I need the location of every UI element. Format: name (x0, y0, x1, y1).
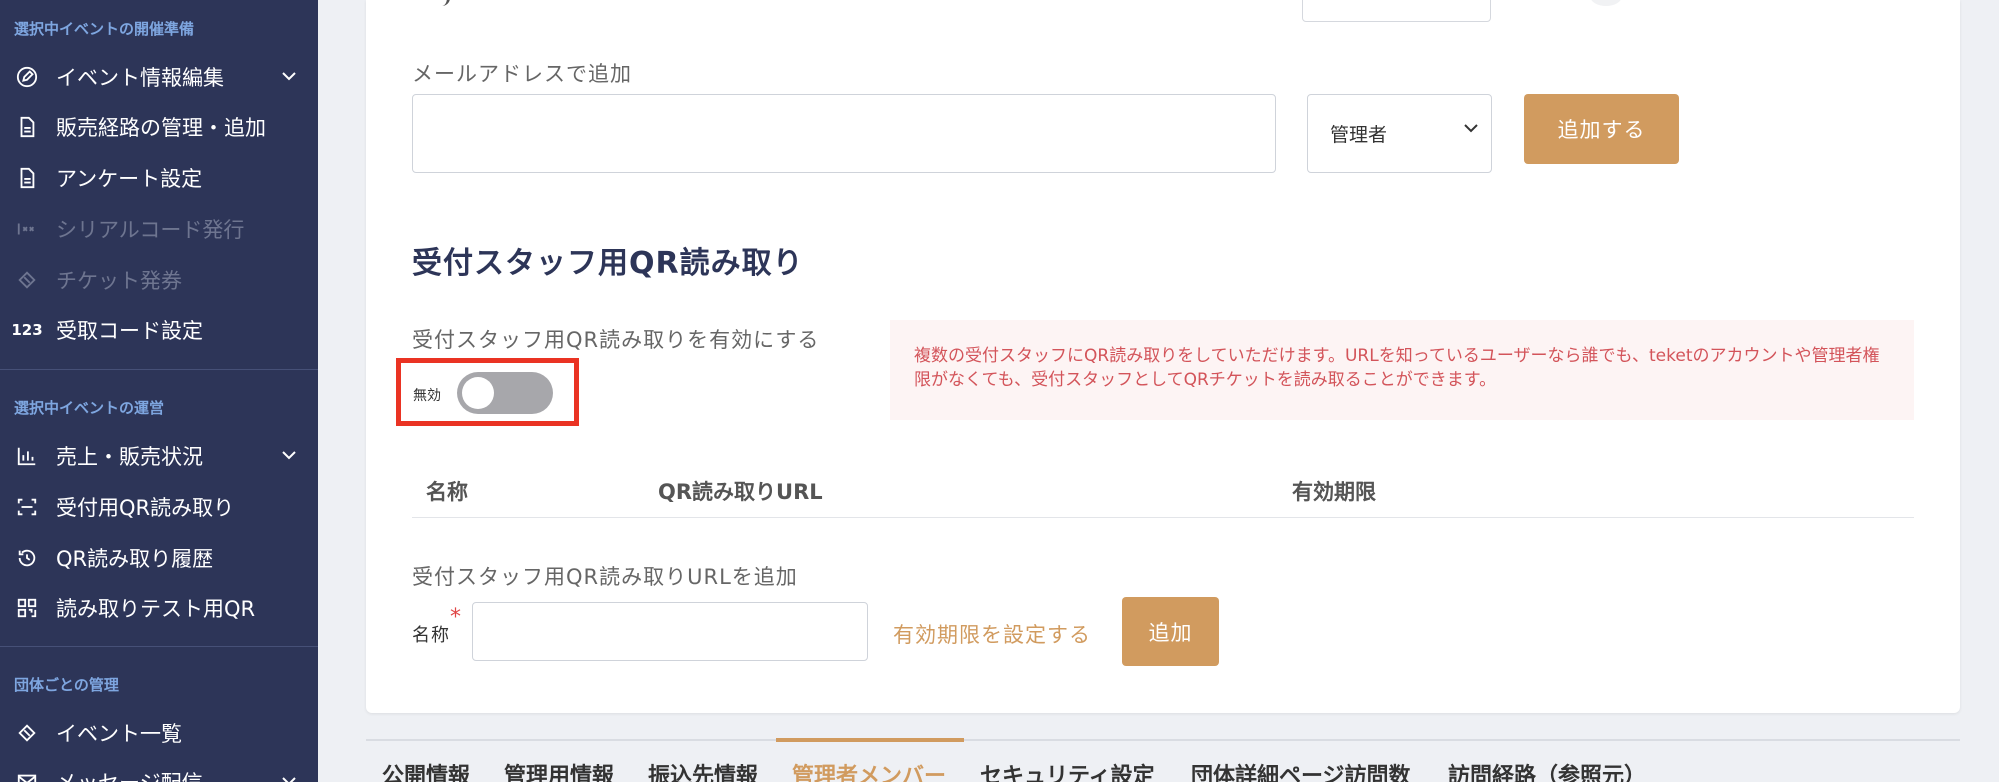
chevron-down-icon[interactable] (280, 446, 298, 464)
sidebar-section-operation: 選択中イベントの運営 (14, 399, 165, 417)
sidebar-item-label: 販売経路の管理・追加 (56, 116, 266, 140)
document-icon (14, 114, 40, 140)
enable-qr-label: 受付スタッフ用QR読み取りを有効にする (412, 328, 820, 352)
sidebar-item-label: イベント一覧 (56, 722, 182, 746)
tab-public-info[interactable]: 公開情報 (382, 758, 470, 782)
sidebar-item-label: 売上・販売状況 (56, 445, 203, 469)
add-url-button[interactable]: 追加 (1122, 597, 1219, 666)
edit-icon (14, 64, 40, 90)
tab-admin-members[interactable]: 管理者メンバー (792, 758, 946, 782)
qr-notice: 複数の受付スタッフにQR読み取りをしていただけます。URLを知っているユーザーな… (890, 320, 1914, 420)
sidebar-item-test-qr[interactable]: 読み取りテスト用QR (0, 588, 318, 628)
required-mark: * (450, 605, 461, 630)
email-input[interactable] (412, 94, 1276, 173)
toggle-state-label: 無効 (413, 388, 441, 404)
sidebar-item-label: 受付用QR読み取り (56, 496, 235, 520)
qr-section-heading: 受付スタッフ用QR読み取り (412, 246, 804, 281)
sidebar-item-qr-reception[interactable]: 受付用QR読み取り (0, 487, 318, 527)
sidebar-item-event-edit[interactable]: イベント情報編集 (0, 57, 318, 97)
chevron-down-icon[interactable] (280, 67, 298, 85)
mail-icon (14, 769, 40, 782)
sidebar: 選択中イベントの開催準備 イベント情報編集 販売経路の管理・追加 アンケート設定… (0, 0, 318, 782)
document-icon (14, 165, 40, 191)
table-header-name: 名称 (426, 480, 468, 504)
sidebar-section-organization: 団体ごとの管理 (14, 676, 119, 694)
email-add-label: メールアドレスで追加 (412, 62, 632, 86)
ticket-icon (14, 267, 40, 293)
serial-icon (14, 216, 40, 242)
tab-security[interactable]: セキュリティ設定 (980, 758, 1155, 782)
sidebar-item-qr-history[interactable]: QR読み取り履歴 (0, 538, 318, 578)
sidebar-item-ticket-issue: チケット発券 (0, 260, 318, 300)
ticket-icon (14, 720, 40, 746)
sidebar-section-preparation: 選択中イベントの開催準備 (14, 20, 195, 38)
active-tab-indicator (776, 738, 964, 742)
chevron-down-icon (1464, 124, 1478, 133)
name-field-label: 名称 (412, 625, 450, 646)
url-name-input[interactable] (472, 602, 868, 661)
sidebar-item-label: イベント情報編集 (56, 66, 224, 90)
role-select[interactable]: 管理者 (1307, 94, 1492, 173)
tabs-divider (366, 739, 1960, 741)
sidebar-item-sales-channels[interactable]: 販売経路の管理・追加 (0, 107, 318, 147)
sidebar-item-survey[interactable]: アンケート設定 (0, 158, 318, 198)
sidebar-item-label: 受取コード設定 (56, 319, 203, 343)
sidebar-item-pickup-code[interactable]: 123 受取コード設定 (0, 310, 318, 350)
sidebar-divider (0, 646, 318, 647)
add-url-label: 受付スタッフ用QR読み取りURLを追加 (412, 565, 798, 589)
tab-referrers[interactable]: 訪問経路（参照元） (1448, 758, 1646, 782)
tab-visit-count[interactable]: 団体詳細ページ訪問数 (1191, 758, 1411, 782)
add-member-button[interactable]: 追加する (1524, 94, 1679, 164)
table-header-expiry: 有効期限 (1292, 480, 1376, 504)
enable-qr-toggle[interactable] (457, 372, 553, 414)
qr-icon (14, 595, 40, 621)
sidebar-item-serial-code: シリアルコード発行 (0, 209, 318, 249)
table-divider (412, 517, 1914, 518)
partial-select-box[interactable] (1302, 0, 1491, 22)
sidebar-item-label: QR読み取り履歴 (56, 547, 214, 571)
sidebar-item-sales-status[interactable]: 売上・販売状況 (0, 436, 318, 476)
scan-icon (14, 494, 40, 520)
sidebar-item-label: アンケート設定 (56, 167, 203, 191)
role-select-value: 管理者 (1330, 124, 1388, 146)
toggle-knob (462, 377, 494, 409)
sidebar-divider (0, 369, 318, 370)
sidebar-item-label: チケット発券 (56, 269, 182, 293)
bar-chart-icon (14, 443, 40, 469)
tab-transfer-info[interactable]: 振込先情報 (648, 758, 758, 782)
sidebar-item-label: メッセージ配信 (56, 767, 203, 782)
history-icon (14, 545, 40, 571)
sidebar-item-label: 読み取りテスト用QR (56, 597, 256, 621)
sidebar-item-messages[interactable]: メッセージ配信 (0, 762, 318, 782)
set-expiry-link[interactable]: 有効期限を設定する (893, 619, 1091, 649)
table-header-qr-url: QR読み取りURL (658, 480, 823, 504)
tab-admin-info[interactable]: 管理用情報 (504, 758, 614, 782)
number-icon: 123 (11, 321, 43, 339)
sidebar-item-label: シリアルコード発行 (56, 218, 245, 242)
sidebar-item-event-list[interactable]: イベント一覧 (0, 713, 318, 753)
chevron-down-icon[interactable] (280, 772, 298, 782)
